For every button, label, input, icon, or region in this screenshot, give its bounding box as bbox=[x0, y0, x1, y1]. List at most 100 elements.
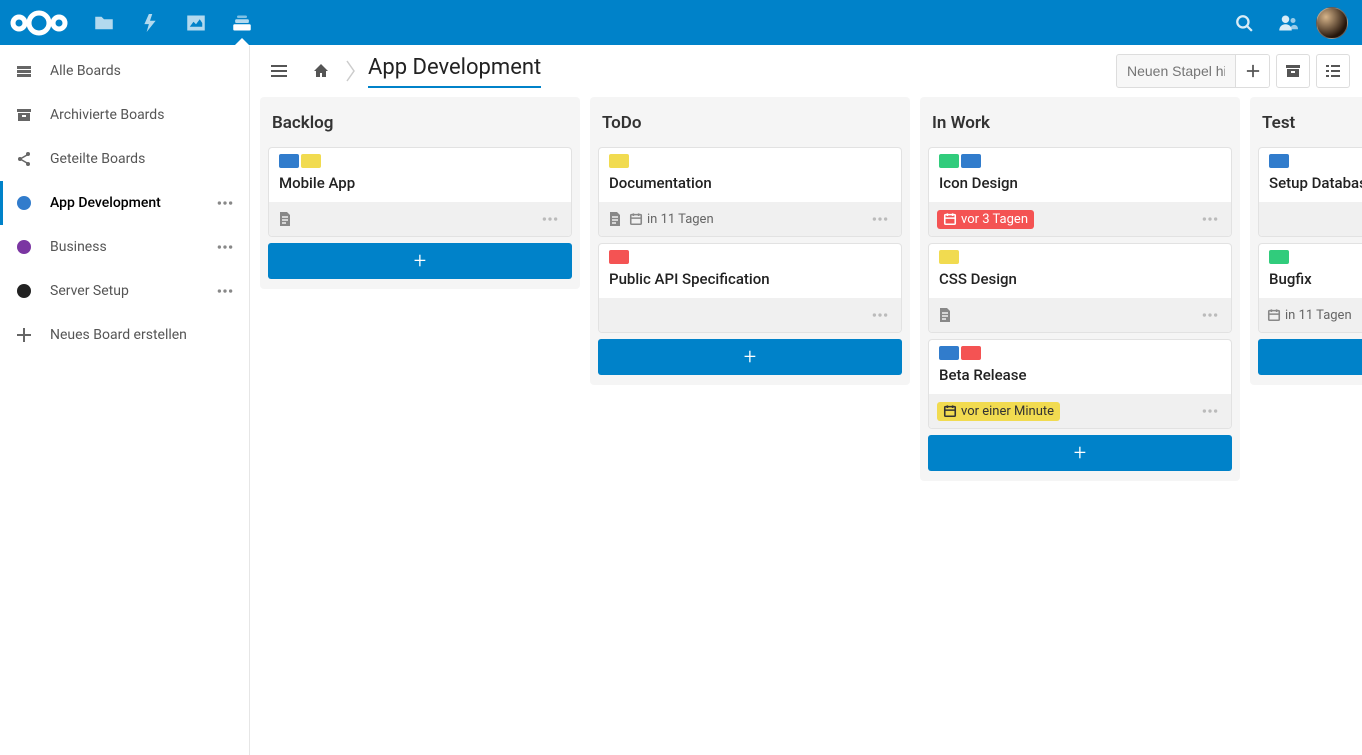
card-title: Public API Specification bbox=[599, 264, 901, 298]
stack-title[interactable]: In Work bbox=[928, 105, 1232, 147]
new-stack-add-button[interactable] bbox=[1235, 54, 1269, 88]
tag-red bbox=[961, 346, 981, 360]
description-icon bbox=[277, 211, 293, 227]
board-title[interactable]: App Development bbox=[368, 55, 541, 88]
card-menu-icon[interactable] bbox=[1197, 210, 1223, 228]
card-menu-icon[interactable] bbox=[1197, 306, 1223, 324]
app-logo[interactable] bbox=[8, 7, 70, 39]
card-menu-icon[interactable] bbox=[537, 210, 563, 228]
card[interactable]: Beta Releasevor einer Minute bbox=[928, 339, 1232, 429]
calendar-icon bbox=[943, 212, 957, 226]
card-tags bbox=[599, 148, 901, 168]
tag-blue bbox=[961, 154, 981, 168]
add-card-button[interactable]: + bbox=[928, 435, 1232, 471]
card-tags bbox=[599, 244, 901, 264]
card-title: CSS Design bbox=[929, 264, 1231, 298]
card-tags bbox=[929, 148, 1231, 168]
description-icon bbox=[937, 307, 953, 323]
new-stack-input[interactable] bbox=[1117, 63, 1235, 79]
nav-gallery[interactable] bbox=[174, 0, 218, 45]
sidebar-item-label: Neues Board erstellen bbox=[50, 327, 237, 343]
sidebar-item-shared[interactable]: Geteilte Boards bbox=[0, 137, 249, 181]
archived-cards-button[interactable] bbox=[1276, 54, 1310, 88]
nav-deck[interactable] bbox=[220, 0, 264, 45]
stack-title[interactable]: ToDo bbox=[598, 105, 902, 147]
drawer-icon bbox=[12, 63, 36, 79]
card-menu-icon[interactable] bbox=[867, 306, 893, 324]
sidebar-item-label: Alle Boards bbox=[50, 63, 237, 79]
stack-title[interactable]: Test bbox=[1258, 105, 1362, 147]
card-footer: vor einer Minute bbox=[929, 394, 1231, 428]
search-icon[interactable] bbox=[1224, 0, 1264, 45]
board-details-button[interactable] bbox=[1316, 54, 1350, 88]
card-tags bbox=[1259, 244, 1362, 264]
card-menu-icon[interactable] bbox=[1197, 402, 1223, 420]
card[interactable]: Documentation in 11 Tagen bbox=[598, 147, 902, 237]
sidebar-item-label: Geteilte Boards bbox=[50, 151, 237, 167]
calendar-icon bbox=[1267, 308, 1281, 322]
tag-yellow bbox=[609, 154, 629, 168]
user-avatar[interactable] bbox=[1316, 7, 1348, 39]
add-card-button[interactable]: + bbox=[598, 339, 902, 375]
card-tags bbox=[269, 148, 571, 168]
card-title: Icon Design bbox=[929, 168, 1231, 202]
nav-files[interactable] bbox=[82, 0, 126, 45]
sidebar-item-label: Archivierte Boards bbox=[50, 107, 237, 123]
card-footer bbox=[599, 298, 901, 332]
card-title: Documentation bbox=[599, 168, 901, 202]
sidebar-item-server[interactable]: Server Setup bbox=[0, 269, 249, 313]
tag-green bbox=[939, 154, 959, 168]
sidebar-item-actions[interactable] bbox=[213, 191, 237, 215]
card-title: Mobile App bbox=[269, 168, 571, 202]
sidebar-item-label: Server Setup bbox=[50, 283, 213, 299]
topbar bbox=[0, 0, 1362, 45]
card[interactable]: Public API Specification bbox=[598, 243, 902, 333]
card-title: Setup Database bbox=[1259, 168, 1362, 202]
new-stack-input-group bbox=[1116, 54, 1270, 88]
card-tags bbox=[929, 244, 1231, 264]
stack-title[interactable]: Backlog bbox=[268, 105, 572, 147]
sidebar-item-actions[interactable] bbox=[213, 279, 237, 303]
board-color-dot bbox=[12, 240, 36, 254]
card-footer: in 11 Tagen bbox=[1259, 298, 1362, 332]
sidebar-item-archived[interactable]: Archivierte Boards bbox=[0, 93, 249, 137]
card-footer: in 11 Tagen bbox=[599, 202, 901, 236]
share-icon bbox=[12, 151, 36, 167]
contacts-icon[interactable] bbox=[1268, 0, 1308, 45]
card[interactable]: Setup Database bbox=[1258, 147, 1362, 237]
sidebar-item-new[interactable]: Neues Board erstellen bbox=[0, 313, 249, 357]
toggle-sidebar-icon[interactable] bbox=[262, 54, 296, 88]
app-nav bbox=[82, 0, 264, 45]
nav-activity[interactable] bbox=[128, 0, 172, 45]
board-color-dot bbox=[12, 284, 36, 298]
card[interactable]: Bugfixin 11 Tagen bbox=[1258, 243, 1362, 333]
stack: Backlog Mobile App + bbox=[260, 97, 580, 289]
card-title: Bugfix bbox=[1259, 264, 1362, 298]
card-footer bbox=[1259, 202, 1362, 236]
card[interactable]: Icon Design vor 3 Tagen bbox=[928, 147, 1232, 237]
board-columns[interactable]: Backlog Mobile App + ToDo Documentation in 11… bbox=[250, 97, 1362, 755]
card[interactable]: CSS Design bbox=[928, 243, 1232, 333]
card-footer bbox=[269, 202, 571, 236]
due-date: vor 3 Tagen bbox=[937, 210, 1034, 229]
add-card-button[interactable]: + bbox=[268, 243, 572, 279]
sidebar-item-all[interactable]: Alle Boards bbox=[0, 49, 249, 93]
sidebar-item-actions[interactable] bbox=[213, 235, 237, 259]
sidebar-item-label: Business bbox=[50, 239, 213, 255]
sidebar-item-business[interactable]: Business bbox=[0, 225, 249, 269]
sidebar-item-label: App Development bbox=[50, 195, 213, 211]
board-controls: App Development bbox=[250, 45, 1362, 97]
card-title: Beta Release bbox=[929, 360, 1231, 394]
description-icon bbox=[607, 211, 623, 227]
home-icon[interactable] bbox=[304, 54, 338, 88]
sidebar-item-appdev[interactable]: App Development bbox=[0, 181, 249, 225]
archive-icon bbox=[12, 107, 36, 123]
tag-blue bbox=[939, 346, 959, 360]
tag-blue bbox=[1269, 154, 1289, 168]
add-card-button[interactable]: + bbox=[1258, 339, 1362, 375]
breadcrumb-separator-icon bbox=[346, 60, 356, 82]
plus-icon bbox=[12, 327, 36, 343]
card-menu-icon[interactable] bbox=[867, 210, 893, 228]
due-date: in 11 Tagen bbox=[629, 212, 714, 227]
card[interactable]: Mobile App bbox=[268, 147, 572, 237]
